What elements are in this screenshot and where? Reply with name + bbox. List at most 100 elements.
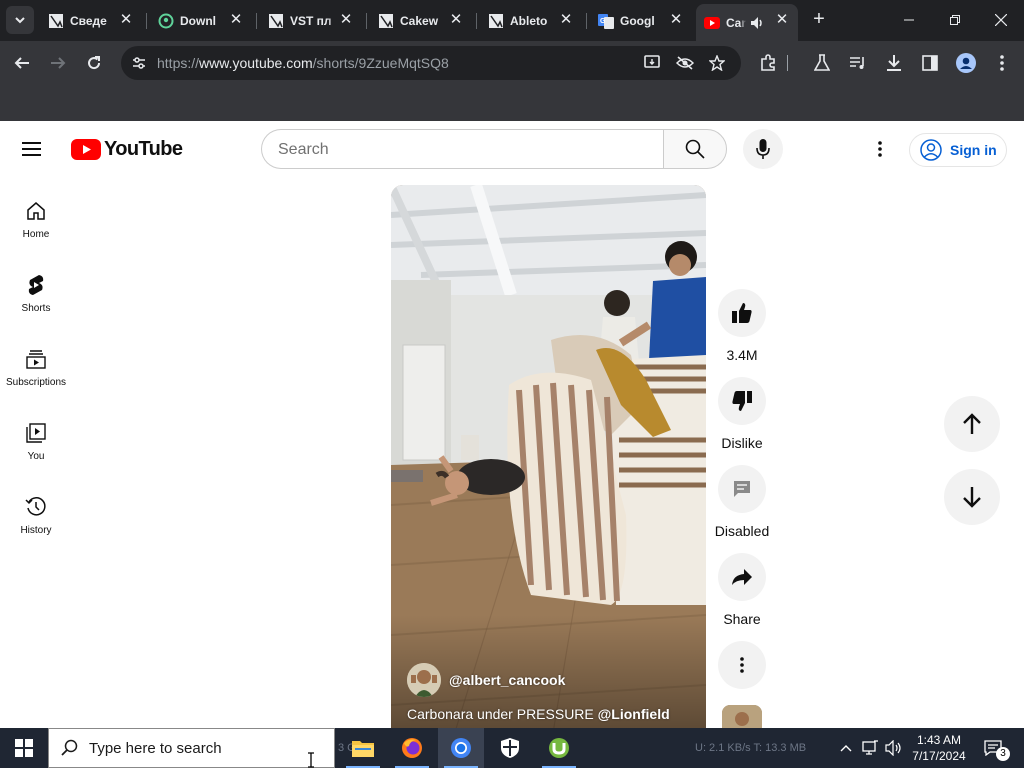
browser-tab-active[interactable]: Car ✕ [696,4,798,41]
show-hidden-icons-icon[interactable] [836,738,856,758]
guide-item-subscriptions[interactable]: Subscriptions [0,331,72,401]
more-actions-button[interactable] [718,641,766,689]
google-translate-icon: G [598,13,614,29]
restore-icon [950,15,960,25]
generic-page-icon [48,13,64,29]
browser-tab-5[interactable]: Ableto ✕ [480,4,582,37]
browser-menu-icon[interactable] [992,53,1012,73]
close-tab-icon[interactable]: ✕ [774,12,790,28]
restore-button[interactable] [932,0,978,40]
next-short-button[interactable] [944,469,1000,525]
speaker-icon[interactable] [750,16,764,30]
share-label: Share [723,611,761,627]
arrow-up-icon [963,413,981,434]
youtube-play-logo-icon [71,138,101,160]
comments-button[interactable] [718,465,766,513]
new-tab-button[interactable]: + [808,8,830,32]
guide-item-you[interactable]: You [0,405,72,475]
ghost-text-right: U: 2.1 KB/s T: 13.3 MB [695,742,807,754]
guide-item-shorts[interactable]: Shorts [0,257,72,327]
dislike-button[interactable] [718,377,766,425]
subscriptions-icon [24,347,48,371]
settings-menu-button[interactable] [868,137,892,161]
forward-button[interactable] [44,49,72,77]
labs-flask-icon[interactable] [812,53,832,73]
account-circle-icon [920,139,942,161]
profile-icon[interactable] [956,53,976,73]
browser-info-bar [0,85,1024,121]
search-button[interactable] [663,129,727,169]
comments-action: Disabled [714,465,770,539]
folder-icon [352,741,374,757]
text-cursor-icon [308,752,314,768]
taskbar-chrome[interactable] [438,728,484,768]
media-controls-icon[interactable] [848,53,868,73]
minimize-button[interactable] [886,0,932,40]
taskbar-file-explorer[interactable] [340,728,386,768]
notification-count-badge: 3 [996,747,1010,761]
side-panel-icon[interactable] [920,53,940,73]
taskbar-search-box[interactable]: Type here to search [48,728,335,768]
firefox-icon [402,738,422,758]
network-icon[interactable] [860,738,880,758]
close-tab-icon[interactable]: ✕ [118,12,134,28]
eye-off-icon[interactable] [675,53,695,73]
close-window-button[interactable] [978,0,1024,40]
tab-search-button[interactable] [6,6,34,34]
browser-tab-3[interactable]: VST пл ✕ [260,4,362,37]
install-app-icon[interactable] [643,53,663,73]
address-bar[interactable]: https://www.youtube.com/shorts/9ZzueMqtS… [121,46,741,80]
you-icon [24,421,48,445]
channel-name[interactable]: @albert_cancook [449,672,565,688]
volume-icon[interactable] [884,738,904,758]
guide-menu-button[interactable] [22,138,50,160]
bookmark-star-icon[interactable] [707,53,727,73]
browser-tab-2[interactable]: Downl ✕ [150,4,252,37]
tab-title: Googl [620,13,655,28]
video-frame [391,185,706,745]
search-icon [61,739,79,757]
like-button[interactable] [718,289,766,337]
taskbar-clock[interactable]: 1:43 AM 7/17/2024 [905,732,973,764]
generic-page-icon [378,13,394,29]
taskbar-firefox[interactable] [389,728,435,768]
close-tab-icon[interactable]: ✕ [338,12,354,28]
close-tab-icon[interactable]: ✕ [448,12,464,28]
history-icon [24,495,48,519]
close-tab-icon[interactable]: ✕ [668,12,684,28]
thumbs-up-icon [732,303,752,323]
short-title: Carbonara under PRESSURE @Lionfield [407,706,670,722]
shorts-video-player[interactable]: @albert_cancook Carbonara under PRESSURE… [391,185,706,745]
voice-search-button[interactable] [743,129,783,169]
start-button[interactable] [0,728,48,768]
previous-short-button[interactable] [944,396,1000,452]
taskbar-security-app[interactable] [487,728,533,768]
sign-in-button[interactable]: Sign in [909,133,1007,167]
youtube-logo[interactable]: YouTube [71,138,183,160]
taskbar-search-placeholder: Type here to search [89,739,222,757]
generic-page-icon [488,13,504,29]
reload-button[interactable] [80,49,108,77]
browser-tab-4[interactable]: Cakew ✕ [370,4,472,37]
tab-title: Car [726,15,746,30]
search-input[interactable] [278,139,648,161]
close-tab-icon[interactable]: ✕ [228,12,244,28]
browser-tab-1[interactable]: Сведе ✕ [40,4,142,37]
taskbar-utorrent[interactable] [536,728,582,768]
guide-item-home[interactable]: Home [0,183,72,253]
browser-tab-6[interactable]: G Googl ✕ [590,4,692,37]
sign-in-label: Sign in [950,142,997,158]
guide-item-history[interactable]: History [0,479,72,549]
close-tab-icon[interactable]: ✕ [558,12,574,28]
channel-avatar[interactable] [407,663,441,697]
back-button[interactable] [8,49,36,77]
chevron-down-icon [15,17,25,24]
like-count: 3.4M [726,347,758,363]
site-settings-icon[interactable] [129,53,149,73]
notifications-button[interactable]: 3 [980,736,1010,761]
extensions-icon[interactable] [758,53,778,73]
mention-link[interactable]: @Lionfield [598,706,670,722]
share-action: Share [714,553,770,627]
share-button[interactable] [718,553,766,601]
download-icon[interactable] [884,53,904,73]
